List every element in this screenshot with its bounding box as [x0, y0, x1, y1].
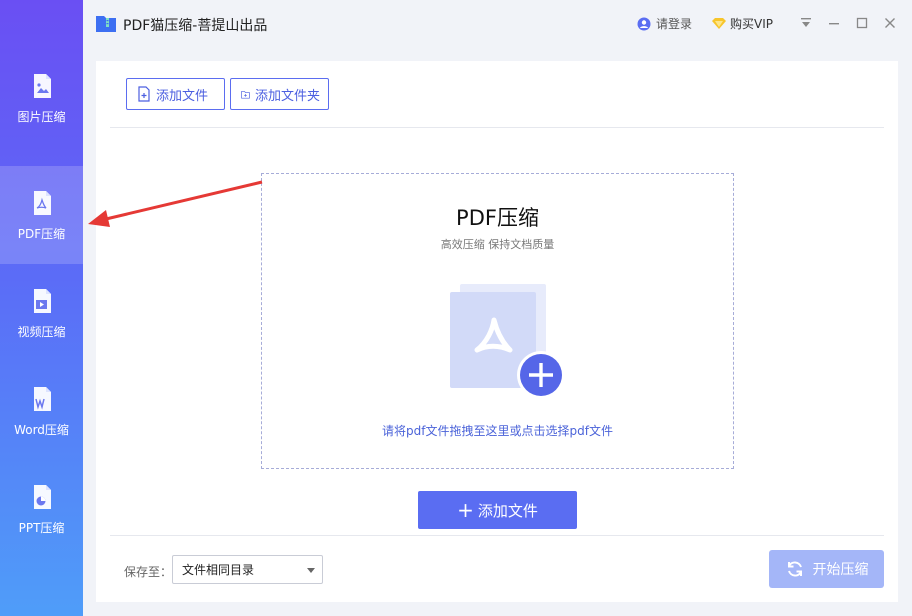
plus-icon: +	[457, 498, 474, 522]
pdf-file-icon	[33, 190, 51, 215]
ppt-file-icon	[33, 484, 51, 509]
bottom-divider	[110, 535, 884, 536]
add-file-label: 添加文件	[156, 88, 209, 104]
word-file-icon	[33, 386, 51, 411]
sidebar-item-label: 图片压缩	[17, 109, 66, 124]
refresh-icon	[787, 561, 802, 577]
top-divider	[110, 127, 884, 128]
close-icon[interactable]	[883, 16, 897, 30]
video-file-icon	[33, 288, 51, 313]
dropdown-menu-icon[interactable]	[799, 16, 813, 30]
start-compress-button[interactable]: 开始压缩	[769, 550, 884, 588]
sidebar-item-image-compress[interactable]: 图片压缩	[0, 49, 83, 147]
add-pdf-illustration-icon	[450, 284, 565, 399]
diamond-icon	[712, 18, 726, 29]
image-file-icon	[33, 73, 51, 98]
drop-zone-hint: 请将pdf文件拖拽至这里或点击选择pdf文件	[382, 424, 613, 438]
save-location-value: 文件相同目录	[182, 563, 255, 577]
add-file-button-label: 添加文件	[477, 501, 538, 520]
add-folder-icon	[241, 90, 250, 98]
user-icon	[637, 17, 651, 30]
drop-zone-title: PDF压缩	[456, 206, 539, 230]
add-file-icon	[138, 86, 150, 102]
add-folder-toolbar-button[interactable]: 添加文件夹	[230, 78, 329, 110]
sidebar-item-label: PDF压缩	[17, 226, 66, 241]
save-to-label: 保存至：	[124, 565, 173, 579]
buy-vip-link[interactable]: 购买VIP	[711, 15, 773, 32]
add-folder-label: 添加文件夹	[254, 88, 320, 104]
sidebar-item-label: PPT压缩	[18, 520, 65, 535]
drop-zone[interactable]: PDF压缩 高效压缩 保持文档质量 请将pdf文件拖拽至这里或点击选择pdf文件	[261, 173, 734, 469]
sidebar-item-pdf-compress[interactable]: PDF压缩	[0, 166, 83, 264]
vip-label: 购买VIP	[730, 17, 773, 31]
sidebar-item-word-compress[interactable]: Word压缩	[0, 362, 83, 460]
title-bar: PDF猫压缩-菩提山出品 请登录 购买VIP	[83, 0, 912, 48]
maximize-icon[interactable]	[855, 16, 869, 30]
sidebar: 图片压缩 PDF压缩 视频压缩 Word压缩 PPT压缩	[0, 0, 83, 616]
chevron-down-icon	[307, 568, 315, 573]
sidebar-item-ppt-compress[interactable]: PPT压缩	[0, 460, 83, 558]
sidebar-item-label: 视频压缩	[17, 324, 66, 339]
app-title: PDF猫压缩-菩提山出品	[123, 18, 268, 34]
save-location-select[interactable]: 文件相同目录	[172, 555, 323, 584]
sidebar-item-label: Word压缩	[14, 422, 69, 437]
login-label: 请登录	[656, 17, 693, 31]
minimize-icon[interactable]	[827, 16, 841, 30]
drop-zone-subtitle: 高效压缩 保持文档质量	[440, 238, 555, 251]
main-panel: 添加文件 添加文件夹 PDF压缩 高效压缩 保持文档质量 请将pdf文件拖拽至这…	[96, 61, 898, 602]
add-file-toolbar-button[interactable]: 添加文件	[126, 78, 225, 110]
login-link[interactable]: 请登录	[637, 15, 692, 32]
add-file-button[interactable]: + 添加文件	[418, 491, 577, 529]
sidebar-item-video-compress[interactable]: 视频压缩	[0, 264, 83, 362]
start-compress-label: 开始压缩	[812, 562, 869, 578]
app-logo-icon	[96, 16, 116, 32]
